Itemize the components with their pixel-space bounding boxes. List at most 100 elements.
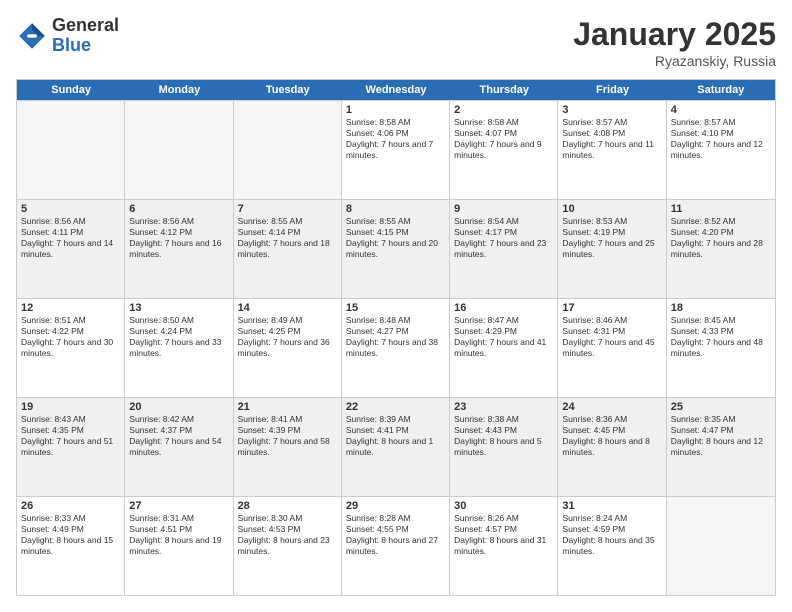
day-number-4-3: 29 bbox=[346, 500, 445, 512]
cal-cell-3-5: 24 Sunrise: 8:36 AMSunset: 4:45 PMDaylig… bbox=[558, 398, 666, 496]
cal-cell-1-1: 6 Sunrise: 8:56 AMSunset: 4:12 PMDayligh… bbox=[125, 200, 233, 298]
cal-cell-1-5: 10 Sunrise: 8:53 AMSunset: 4:19 PMDaylig… bbox=[558, 200, 666, 298]
cell-text-0-6: Sunrise: 8:57 AMSunset: 4:10 PMDaylight:… bbox=[671, 117, 771, 161]
day-number-3-0: 19 bbox=[21, 401, 120, 413]
header-tuesday: Tuesday bbox=[234, 80, 342, 100]
day-number-1-1: 6 bbox=[129, 203, 228, 215]
cal-cell-3-4: 23 Sunrise: 8:38 AMSunset: 4:43 PMDaylig… bbox=[450, 398, 558, 496]
day-number-1-0: 5 bbox=[21, 203, 120, 215]
cal-cell-2-4: 16 Sunrise: 8:47 AMSunset: 4:29 PMDaylig… bbox=[450, 299, 558, 397]
day-number-4-2: 28 bbox=[238, 500, 337, 512]
cal-cell-4-2: 28 Sunrise: 8:30 AMSunset: 4:53 PMDaylig… bbox=[234, 497, 342, 595]
cal-row-4: 26 Sunrise: 8:33 AMSunset: 4:49 PMDaylig… bbox=[17, 496, 775, 595]
cal-cell-0-1 bbox=[125, 101, 233, 199]
cell-text-3-6: Sunrise: 8:35 AMSunset: 4:47 PMDaylight:… bbox=[671, 414, 771, 458]
day-number-2-5: 17 bbox=[562, 302, 661, 314]
cal-cell-2-2: 14 Sunrise: 8:49 AMSunset: 4:25 PMDaylig… bbox=[234, 299, 342, 397]
cal-cell-1-6: 11 Sunrise: 8:52 AMSunset: 4:20 PMDaylig… bbox=[667, 200, 775, 298]
day-number-4-1: 27 bbox=[129, 500, 228, 512]
header-saturday: Saturday bbox=[667, 80, 775, 100]
cell-text-3-0: Sunrise: 8:43 AMSunset: 4:35 PMDaylight:… bbox=[21, 414, 120, 458]
header-thursday: Thursday bbox=[450, 80, 558, 100]
header-wednesday: Wednesday bbox=[342, 80, 450, 100]
day-number-2-3: 15 bbox=[346, 302, 445, 314]
cell-text-4-5: Sunrise: 8:24 AMSunset: 4:59 PMDaylight:… bbox=[562, 513, 661, 557]
day-number-4-0: 26 bbox=[21, 500, 120, 512]
cal-row-2: 12 Sunrise: 8:51 AMSunset: 4:22 PMDaylig… bbox=[17, 298, 775, 397]
cal-cell-0-6: 4 Sunrise: 8:57 AMSunset: 4:10 PMDayligh… bbox=[667, 101, 775, 199]
cal-cell-4-6 bbox=[667, 497, 775, 595]
cal-cell-0-5: 3 Sunrise: 8:57 AMSunset: 4:08 PMDayligh… bbox=[558, 101, 666, 199]
cell-text-2-1: Sunrise: 8:50 AMSunset: 4:24 PMDaylight:… bbox=[129, 315, 228, 359]
cal-cell-1-4: 9 Sunrise: 8:54 AMSunset: 4:17 PMDayligh… bbox=[450, 200, 558, 298]
day-number-1-4: 9 bbox=[454, 203, 553, 215]
day-number-0-5: 3 bbox=[562, 104, 661, 116]
day-number-1-6: 11 bbox=[671, 203, 771, 215]
day-number-3-5: 24 bbox=[562, 401, 661, 413]
day-number-4-5: 31 bbox=[562, 500, 661, 512]
day-number-1-5: 10 bbox=[562, 203, 661, 215]
day-number-4-4: 30 bbox=[454, 500, 553, 512]
cal-cell-2-3: 15 Sunrise: 8:48 AMSunset: 4:27 PMDaylig… bbox=[342, 299, 450, 397]
cal-cell-0-2 bbox=[234, 101, 342, 199]
header: General Blue January 2025 Ryazanskiy, Ru… bbox=[16, 16, 776, 69]
cell-text-1-6: Sunrise: 8:52 AMSunset: 4:20 PMDaylight:… bbox=[671, 216, 771, 260]
cal-row-3: 19 Sunrise: 8:43 AMSunset: 4:35 PMDaylig… bbox=[17, 397, 775, 496]
cell-text-1-4: Sunrise: 8:54 AMSunset: 4:17 PMDaylight:… bbox=[454, 216, 553, 260]
cell-text-3-4: Sunrise: 8:38 AMSunset: 4:43 PMDaylight:… bbox=[454, 414, 553, 458]
day-number-2-2: 14 bbox=[238, 302, 337, 314]
cal-cell-3-1: 20 Sunrise: 8:42 AMSunset: 4:37 PMDaylig… bbox=[125, 398, 233, 496]
day-number-2-6: 18 bbox=[671, 302, 771, 314]
cal-row-0: 1 Sunrise: 8:58 AMSunset: 4:06 PMDayligh… bbox=[17, 100, 775, 199]
day-number-3-3: 22 bbox=[346, 401, 445, 413]
cell-text-0-3: Sunrise: 8:58 AMSunset: 4:06 PMDaylight:… bbox=[346, 117, 445, 161]
logo-text: General Blue bbox=[52, 16, 119, 56]
cal-cell-1-0: 5 Sunrise: 8:56 AMSunset: 4:11 PMDayligh… bbox=[17, 200, 125, 298]
calendar-body: 1 Sunrise: 8:58 AMSunset: 4:06 PMDayligh… bbox=[17, 100, 775, 595]
day-number-2-1: 13 bbox=[129, 302, 228, 314]
cell-text-1-3: Sunrise: 8:55 AMSunset: 4:15 PMDaylight:… bbox=[346, 216, 445, 260]
day-number-3-6: 25 bbox=[671, 401, 771, 413]
cell-text-2-2: Sunrise: 8:49 AMSunset: 4:25 PMDaylight:… bbox=[238, 315, 337, 359]
cell-text-2-6: Sunrise: 8:45 AMSunset: 4:33 PMDaylight:… bbox=[671, 315, 771, 359]
page: General Blue January 2025 Ryazanskiy, Ru… bbox=[0, 0, 792, 612]
cal-cell-2-6: 18 Sunrise: 8:45 AMSunset: 4:33 PMDaylig… bbox=[667, 299, 775, 397]
cell-text-4-2: Sunrise: 8:30 AMSunset: 4:53 PMDaylight:… bbox=[238, 513, 337, 557]
header-friday: Friday bbox=[558, 80, 666, 100]
day-number-0-3: 1 bbox=[346, 104, 445, 116]
cal-cell-4-5: 31 Sunrise: 8:24 AMSunset: 4:59 PMDaylig… bbox=[558, 497, 666, 595]
cal-row-1: 5 Sunrise: 8:56 AMSunset: 4:11 PMDayligh… bbox=[17, 199, 775, 298]
cell-text-0-5: Sunrise: 8:57 AMSunset: 4:08 PMDaylight:… bbox=[562, 117, 661, 161]
month-title: January 2025 bbox=[573, 16, 776, 53]
cell-text-3-5: Sunrise: 8:36 AMSunset: 4:45 PMDaylight:… bbox=[562, 414, 661, 458]
day-number-2-0: 12 bbox=[21, 302, 120, 314]
cell-text-0-4: Sunrise: 8:58 AMSunset: 4:07 PMDaylight:… bbox=[454, 117, 553, 161]
cal-cell-4-1: 27 Sunrise: 8:31 AMSunset: 4:51 PMDaylig… bbox=[125, 497, 233, 595]
cell-text-2-4: Sunrise: 8:47 AMSunset: 4:29 PMDaylight:… bbox=[454, 315, 553, 359]
day-number-0-6: 4 bbox=[671, 104, 771, 116]
cell-text-2-0: Sunrise: 8:51 AMSunset: 4:22 PMDaylight:… bbox=[21, 315, 120, 359]
cell-text-3-3: Sunrise: 8:39 AMSunset: 4:41 PMDaylight:… bbox=[346, 414, 445, 458]
logo-general-text: General bbox=[52, 16, 119, 36]
cell-text-1-1: Sunrise: 8:56 AMSunset: 4:12 PMDaylight:… bbox=[129, 216, 228, 260]
cal-cell-2-1: 13 Sunrise: 8:50 AMSunset: 4:24 PMDaylig… bbox=[125, 299, 233, 397]
cal-cell-3-2: 21 Sunrise: 8:41 AMSunset: 4:39 PMDaylig… bbox=[234, 398, 342, 496]
cal-cell-1-3: 8 Sunrise: 8:55 AMSunset: 4:15 PMDayligh… bbox=[342, 200, 450, 298]
cal-cell-2-5: 17 Sunrise: 8:46 AMSunset: 4:31 PMDaylig… bbox=[558, 299, 666, 397]
cell-text-4-3: Sunrise: 8:28 AMSunset: 4:55 PMDaylight:… bbox=[346, 513, 445, 557]
cal-cell-1-2: 7 Sunrise: 8:55 AMSunset: 4:14 PMDayligh… bbox=[234, 200, 342, 298]
day-number-0-4: 2 bbox=[454, 104, 553, 116]
day-number-1-3: 8 bbox=[346, 203, 445, 215]
day-number-3-2: 21 bbox=[238, 401, 337, 413]
day-number-3-4: 23 bbox=[454, 401, 553, 413]
logo-icon bbox=[16, 20, 48, 52]
cell-text-2-3: Sunrise: 8:48 AMSunset: 4:27 PMDaylight:… bbox=[346, 315, 445, 359]
day-number-2-4: 16 bbox=[454, 302, 553, 314]
cal-cell-3-0: 19 Sunrise: 8:43 AMSunset: 4:35 PMDaylig… bbox=[17, 398, 125, 496]
cell-text-3-1: Sunrise: 8:42 AMSunset: 4:37 PMDaylight:… bbox=[129, 414, 228, 458]
header-sunday: Sunday bbox=[17, 80, 125, 100]
cell-text-4-1: Sunrise: 8:31 AMSunset: 4:51 PMDaylight:… bbox=[129, 513, 228, 557]
cell-text-2-5: Sunrise: 8:46 AMSunset: 4:31 PMDaylight:… bbox=[562, 315, 661, 359]
logo-blue-text: Blue bbox=[52, 36, 119, 56]
cal-cell-4-4: 30 Sunrise: 8:26 AMSunset: 4:57 PMDaylig… bbox=[450, 497, 558, 595]
